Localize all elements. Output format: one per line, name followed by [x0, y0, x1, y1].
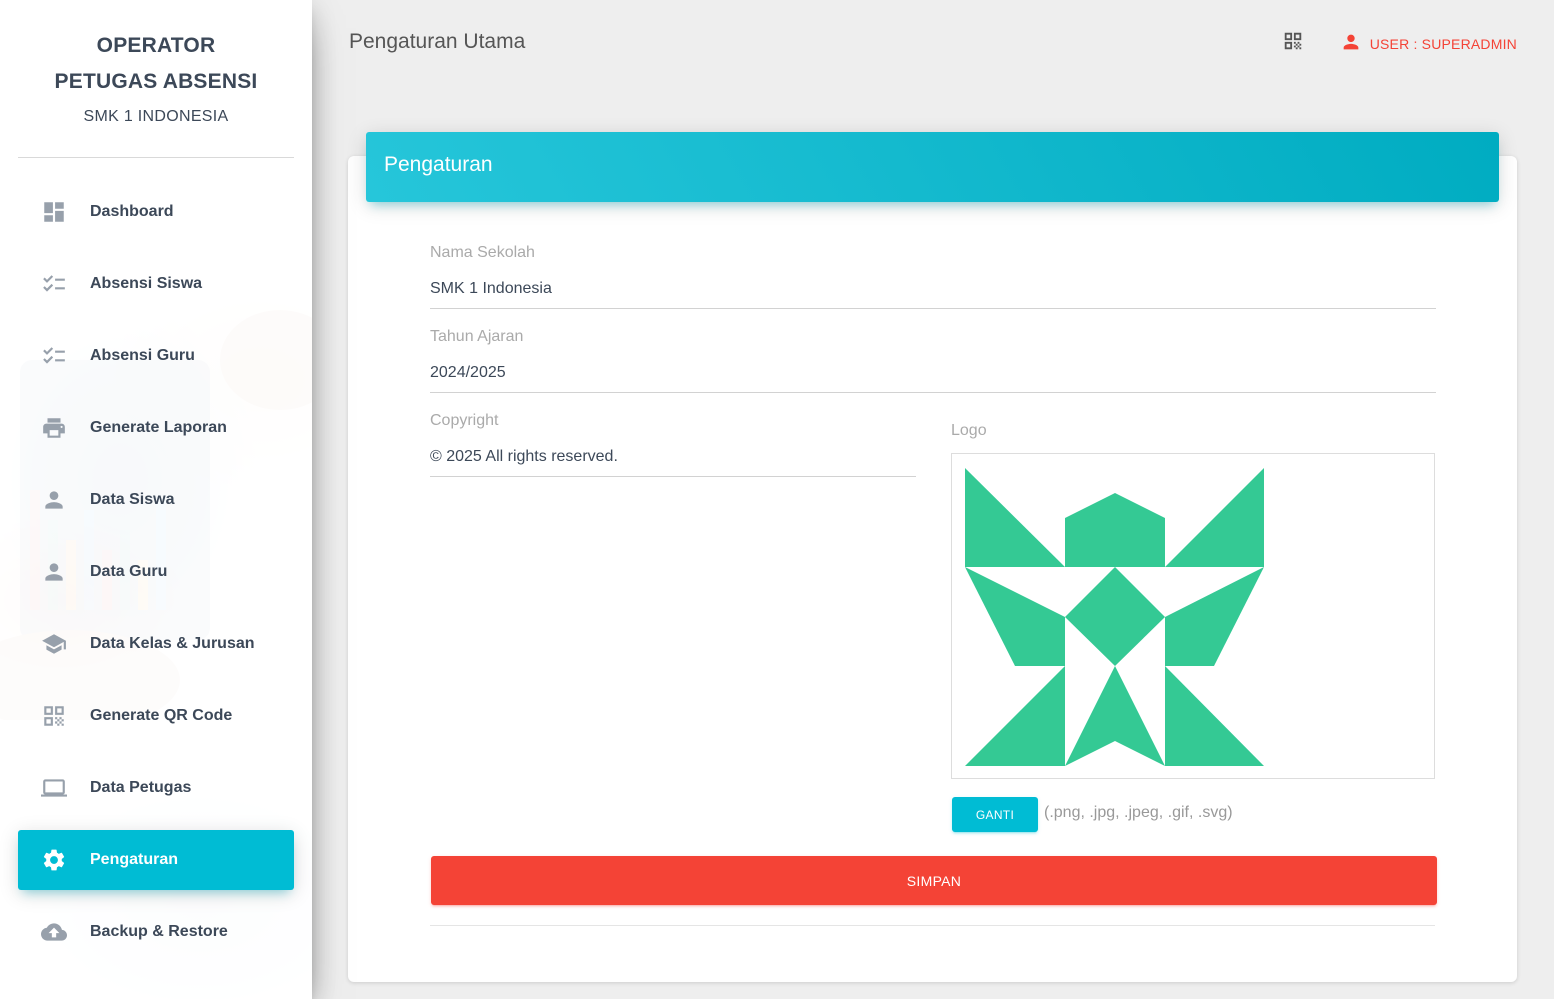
sidebar-item-data-petugas[interactable]: Data Petugas: [18, 758, 294, 818]
print-icon: [40, 414, 68, 442]
brand-title-line1: OPERATOR: [96, 34, 216, 57]
sidebar-item-label: Data Guru: [90, 563, 168, 580]
checklist-icon: [40, 270, 68, 298]
logo-preview: [951, 453, 1435, 779]
sidebar-item-label: Generate QR Code: [90, 707, 233, 724]
sidebar-item-data-kelas-jurusan[interactable]: Data Kelas & Jurusan: [18, 614, 294, 674]
sidebar-item-label: Dashboard: [90, 203, 174, 220]
qr-code-icon: [40, 702, 68, 730]
tahun-ajaran-input[interactable]: [430, 364, 1436, 393]
qr-code-scan-button[interactable]: [1282, 30, 1304, 52]
settings-icon: [40, 846, 68, 874]
ganti-logo-button[interactable]: GANTI: [952, 797, 1038, 832]
sidebar-item-label: Backup & Restore: [90, 923, 228, 940]
sidebar-item-label: Data Kelas & Jurusan: [90, 635, 255, 652]
sidebar-item-data-guru[interactable]: Data Guru: [18, 542, 294, 602]
person-icon: [1340, 31, 1370, 56]
sidebar-item-label: Absensi Guru: [90, 347, 195, 364]
qr-code-icon: [1282, 32, 1304, 56]
sidebar-item-label: Data Petugas: [90, 779, 192, 796]
save-button[interactable]: SIMPAN: [431, 856, 1437, 905]
copyright-input[interactable]: [430, 448, 916, 477]
nama-sekolah-field: Nama Sekolah: [430, 244, 1436, 309]
sidebar-item-absensi-siswa[interactable]: Absensi Siswa: [18, 254, 294, 314]
sidebar-item-backup-restore[interactable]: Backup & Restore: [18, 902, 294, 962]
sidebar-item-label: Generate Laporan: [90, 419, 227, 436]
cloud-upload-icon: [40, 918, 68, 946]
file-type-hint: (.png, .jpg, .jpeg, .gif, .svg): [1044, 804, 1233, 821]
person-icon: [40, 486, 68, 514]
user-menu[interactable]: USER : SUPERADMIN: [1340, 31, 1517, 56]
sidebar-item-label: Pengaturan: [90, 851, 179, 868]
sidebar-item-dashboard[interactable]: Dashboard: [18, 182, 294, 242]
user-label: USER : SUPERADMIN: [1369, 35, 1517, 52]
sidebar-brand: OPERATOR PETUGAS ABSENSI SMK 1 INDONESIA: [18, 0, 294, 158]
page-title: Pengaturan Utama: [349, 30, 526, 53]
logo-label: Logo: [951, 422, 987, 439]
sidebar-nav: Dashboard Absensi Siswa Absensi Guru Gen…: [0, 182, 312, 962]
tahun-ajaran-field: Tahun Ajaran: [430, 328, 1436, 393]
logo-image: [965, 468, 1264, 766]
brand-school-name: SMK 1 INDONESIA: [83, 108, 229, 125]
checklist-icon: [40, 342, 68, 370]
dashboard-icon: [40, 198, 68, 226]
sidebar-item-generate-qr-code[interactable]: Generate QR Code: [18, 686, 294, 746]
top-navbar: Pengaturan Utama USER : SUPERADMIN: [312, 0, 1554, 86]
nama-sekolah-input[interactable]: [430, 280, 1436, 309]
copyright-label: Copyright: [430, 412, 499, 429]
card-title: Pengaturan: [384, 153, 493, 176]
sidebar-item-label: Absensi Siswa: [90, 275, 203, 292]
tahun-ajaran-label: Tahun Ajaran: [430, 328, 524, 345]
sidebar-item-generate-laporan[interactable]: Generate Laporan: [18, 398, 294, 458]
copyright-field: Copyright: [430, 412, 916, 477]
person-icon: [40, 558, 68, 586]
nama-sekolah-label: Nama Sekolah: [430, 244, 535, 261]
sidebar-item-absensi-guru[interactable]: Absensi Guru: [18, 326, 294, 386]
card-header: Pengaturan: [366, 132, 1499, 202]
brand-title-line2: PETUGAS ABSENSI: [54, 70, 258, 93]
sidebar: OPERATOR PETUGAS ABSENSI SMK 1 INDONESIA…: [0, 0, 312, 999]
school-icon: [40, 630, 68, 658]
sidebar-item-data-siswa[interactable]: Data Siswa: [18, 470, 294, 530]
laptop-icon: [40, 774, 68, 802]
sidebar-item-label: Data Siswa: [90, 491, 175, 508]
sidebar-item-pengaturan[interactable]: Pengaturan: [18, 830, 294, 890]
divider: [430, 925, 1435, 926]
